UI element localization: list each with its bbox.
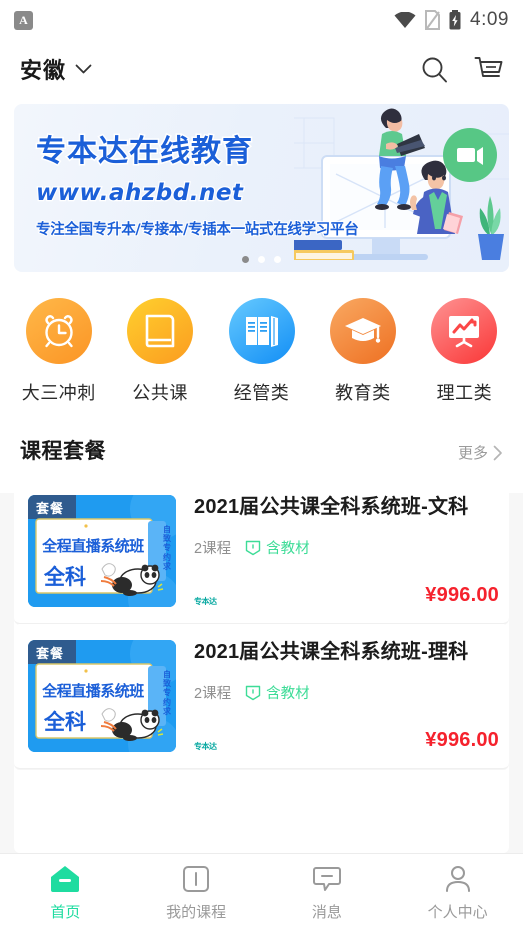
profile-icon — [445, 865, 470, 892]
books-icon — [245, 316, 278, 347]
course-price: ¥996.00 — [425, 584, 499, 606]
category-label: 教育类 — [335, 383, 391, 403]
course-card[interactable]: 套餐 全程直播系统班 全科 自致专约求 2021届公共课全科系统班-理科 2课程… — [14, 624, 509, 769]
category-item-大三冲刺[interactable]: 大三冲刺 — [8, 298, 109, 405]
tab-my-courses[interactable]: 我的课程 — [131, 854, 262, 931]
tab-label: 我的课程 — [166, 903, 227, 921]
tab-label: 个人中心 — [427, 903, 488, 921]
course-thumbnail: 套餐 全程直播系统班 全科 自致专约求 — [28, 495, 176, 607]
category-item-教育类[interactable]: 教育类 — [312, 298, 413, 405]
section-more-button[interactable]: 更多 — [458, 442, 503, 463]
course-thumb-subline: 全科 — [43, 565, 88, 591]
banner-subheadline: 专注全国专升本/专接本/专插本一站式在线学习平台 — [35, 221, 360, 239]
search-icon[interactable] — [421, 56, 448, 83]
category-item-理工类[interactable]: 理工类 — [414, 298, 515, 405]
category-item-经管类[interactable]: 经管类 — [211, 298, 312, 405]
course-lesson-count: 2课程 — [194, 686, 232, 702]
course-thumb-subline: 全科 — [43, 710, 88, 736]
panda-illustration-icon — [100, 563, 164, 596]
tab-profile[interactable]: 个人中心 — [392, 854, 523, 931]
city-name-label: 安徽 — [20, 58, 67, 83]
chart-board-icon — [449, 316, 480, 348]
bottom-tab-bar: 首页 我的课程 消息 个人中心 — [0, 853, 523, 931]
course-thumb-badge: 套餐 — [36, 646, 65, 661]
header-actions — [421, 56, 503, 83]
course-meta: 2课程 含教材 — [194, 682, 499, 703]
banner-headline: 专本达在线教育 — [34, 133, 253, 171]
course-thumbnail: 套餐 全程直播系统班 全科 自致专约求 — [28, 640, 176, 752]
category-icon-wrap — [228, 298, 295, 364]
course-card[interactable]: 套餐 全程直播系统班 全科 自致专约求 2021届公共课全科系统班-文科 2课程… — [14, 479, 509, 624]
course-title: 2021届公共课全科系统班-理科 — [194, 641, 469, 663]
section-header: 课程套餐 更多 — [0, 405, 523, 465]
banner-dot-3[interactable] — [274, 256, 281, 263]
banner-pagination[interactable] — [14, 256, 509, 263]
app-header: 安徽 — [0, 40, 523, 98]
course-brand-mark: 专本达 — [194, 742, 217, 751]
course-thumb-headline: 全程直播系统班 — [41, 537, 145, 556]
course-brand-mark: 专本达 — [194, 597, 217, 606]
courses-icon — [183, 865, 210, 892]
category-label: 理工类 — [436, 383, 493, 403]
wifi-icon — [394, 11, 416, 28]
notification-app-icon: A — [14, 10, 33, 30]
status-bar-left: A — [14, 10, 33, 30]
textbook-icon — [245, 685, 261, 700]
category-label: 大三冲刺 — [21, 383, 96, 403]
home-icon — [51, 865, 80, 892]
category-icon-wrap — [25, 298, 92, 364]
alarm-clock-icon — [45, 315, 73, 348]
tab-label: 首页 — [50, 903, 81, 921]
course-tag-label: 含教材 — [266, 686, 310, 702]
banner-dot-1[interactable] — [242, 256, 249, 263]
course-footer: 专本达 ¥996.00 — [194, 584, 499, 607]
course-footer: 专本达 ¥996.00 — [194, 729, 499, 752]
banner-carousel[interactable]: 专本达在线教育 www.ahzbd.net 专注全国专升本/专接本/专插本一站式… — [0, 104, 523, 272]
course-price: ¥996.00 — [425, 729, 499, 751]
banner-url: www.ahzbd.net — [35, 179, 244, 208]
textbook-icon — [245, 540, 261, 555]
tab-messages[interactable]: 消息 — [262, 854, 393, 931]
no-sim-icon — [425, 10, 441, 30]
chevron-down-icon — [75, 64, 92, 73]
course-lesson-count: 2课程 — [194, 541, 232, 557]
banner-slide[interactable]: 专本达在线教育 www.ahzbd.net 专注全国专升本/专接本/专插本一站式… — [14, 104, 509, 272]
category-icon-wrap — [431, 298, 498, 364]
city-selector[interactable]: 安徽 — [20, 53, 92, 85]
book-icon — [145, 314, 175, 348]
cart-icon[interactable] — [474, 56, 503, 83]
battery-charging-icon — [449, 10, 461, 30]
course-card-body: 2021届公共课全科系统班-理科 2课程 含教材 专本达 ¥996.00 — [176, 640, 499, 752]
course-thumb-headline: 全程直播系统班 — [41, 682, 145, 701]
course-title: 2021届公共课全科系统班-文科 — [194, 496, 469, 518]
category-row: 大三冲刺 公共课 经管类 教育类 理工类 — [0, 272, 523, 405]
category-icon-wrap — [127, 298, 194, 364]
category-icon-wrap — [329, 298, 396, 364]
course-tag: 含教材 — [245, 537, 310, 558]
course-card-body: 2021届公共课全科系统班-文科 2课程 含教材 专本达 ¥996.00 — [176, 495, 499, 607]
course-thumb-badge: 套餐 — [36, 501, 65, 516]
course-tag: 含教材 — [245, 682, 310, 703]
message-icon — [312, 866, 341, 891]
chevron-right-icon — [493, 445, 502, 460]
banner-text-block: 专本达在线教育 www.ahzbd.net 专注全国专升本/专接本/专插本一站式… — [34, 126, 360, 240]
section-title: 课程套餐 — [20, 440, 106, 463]
banner-dot-2[interactable] — [258, 256, 265, 263]
course-meta: 2课程 含教材 — [194, 537, 499, 558]
status-bar-clock: 4:09 — [470, 9, 509, 30]
tab-label: 消息 — [311, 903, 342, 921]
category-label: 经管类 — [233, 383, 290, 403]
tab-home[interactable]: 首页 — [0, 854, 131, 931]
category-item-公共课[interactable]: 公共课 — [109, 298, 210, 405]
panda-illustration-icon — [100, 708, 164, 741]
graduation-cap-icon — [344, 318, 381, 343]
section-more-label: 更多 — [457, 445, 488, 462]
course-tag-label: 含教材 — [266, 541, 310, 557]
status-bar: A 4:09 — [0, 0, 523, 40]
category-label: 公共课 — [132, 383, 188, 403]
status-bar-right: 4:09 — [394, 9, 509, 31]
course-list: 套餐 全程直播系统班 全科 自致专约求 2021届公共课全科系统班-文科 2课程… — [0, 465, 523, 769]
